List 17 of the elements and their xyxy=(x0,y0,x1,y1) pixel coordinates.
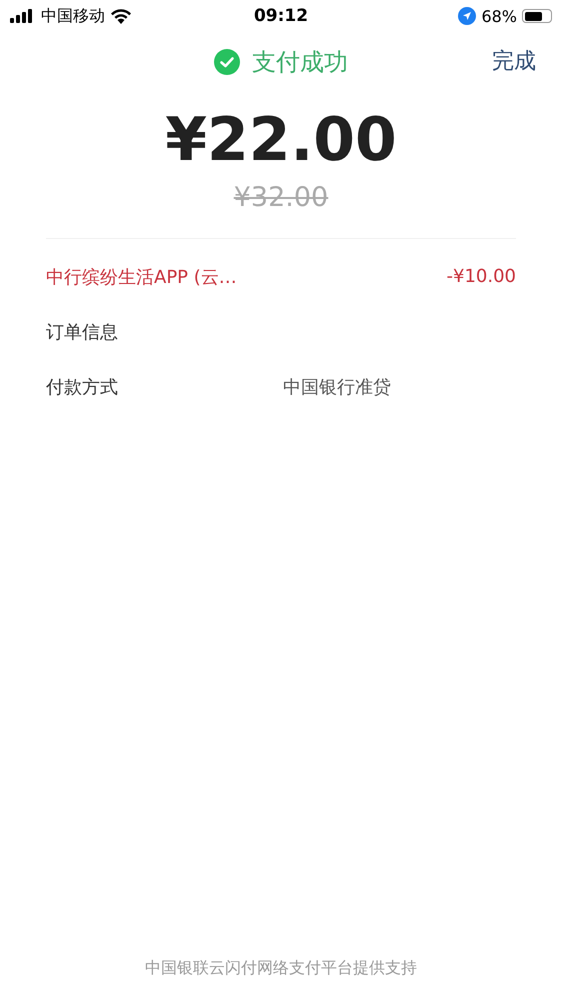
payment-success-title: 支付成功 xyxy=(252,47,348,78)
location-icon xyxy=(458,7,476,25)
carrier-name: 中国移动 xyxy=(41,6,105,26)
row-label: 订单信息 xyxy=(46,320,118,344)
wifi-icon xyxy=(110,8,132,24)
clock-time: 09:12 xyxy=(254,6,308,26)
discount-amount: -¥10.00 xyxy=(446,266,516,287)
battery-icon xyxy=(522,9,552,23)
row-value: 中国银行准贷 xyxy=(283,376,391,398)
paid-amount: ¥22.00 xyxy=(165,104,397,177)
row-label: 付款方式 xyxy=(46,376,118,398)
support-note: 中国银联云闪付网络支付平台提供支持 xyxy=(145,958,417,977)
done-button[interactable]: 完成 xyxy=(492,46,536,76)
success-check-icon xyxy=(214,49,240,75)
battery-percent: 68% xyxy=(481,6,517,26)
original-price: ¥32.00 xyxy=(234,181,328,215)
discount-name: 中行缤纷生活APP (云… xyxy=(46,266,237,288)
